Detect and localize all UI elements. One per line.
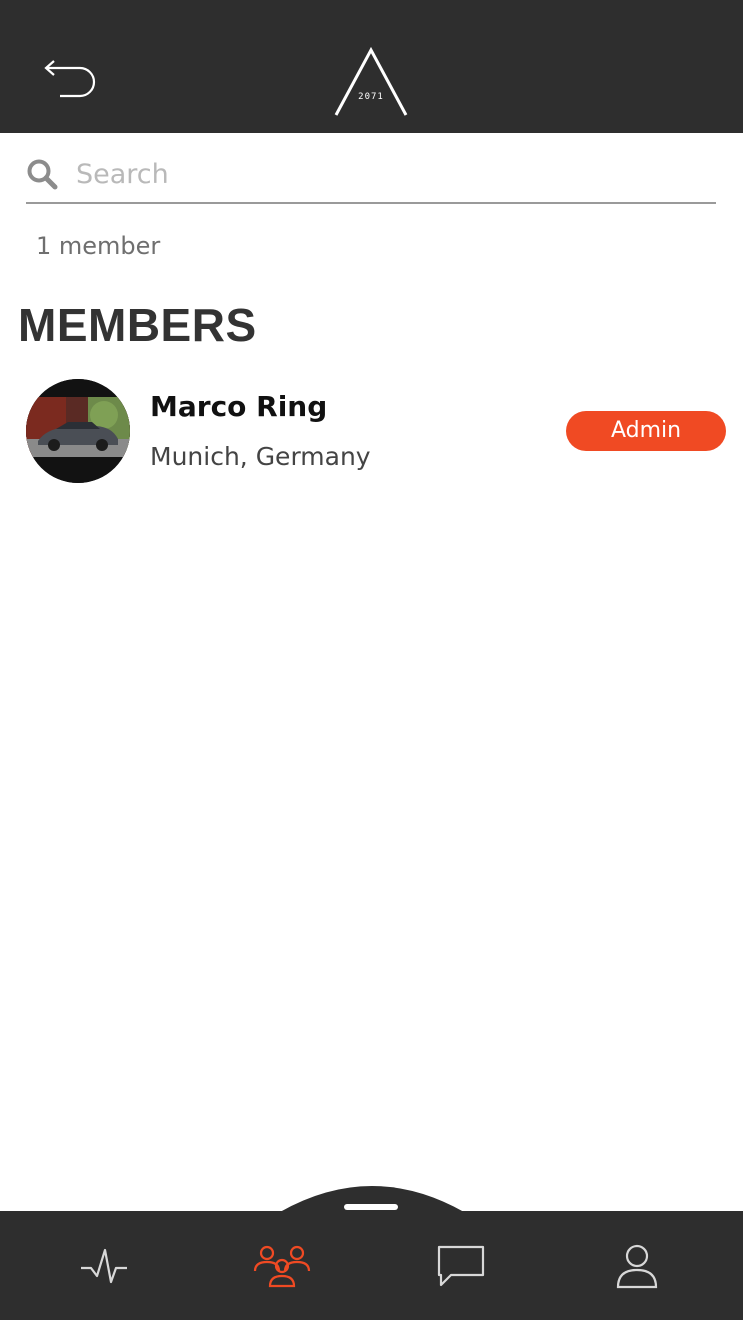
chat-icon	[437, 1245, 485, 1286]
profile-icon	[616, 1244, 658, 1288]
member-name: Marco Ring	[150, 390, 328, 423]
search-icon	[27, 159, 58, 190]
search-input[interactable]	[76, 154, 706, 194]
tab-profile[interactable]	[587, 1211, 687, 1320]
logo-year: 2071	[358, 92, 384, 102]
member-location: Munich, Germany	[150, 442, 371, 471]
tab-bar	[0, 1211, 743, 1320]
activity-icon	[81, 1248, 127, 1283]
admin-badge[interactable]: Admin	[566, 411, 726, 451]
member-row[interactable]: Marco Ring Munich, Germany Admin	[0, 376, 743, 486]
section-title: MEMBERS	[18, 299, 257, 351]
back-button[interactable]	[36, 52, 106, 108]
avatar	[26, 379, 130, 483]
back-arrow-icon	[44, 60, 96, 98]
app-header: 2071	[0, 0, 743, 133]
tab-activity[interactable]	[54, 1211, 154, 1320]
tab-chat[interactable]	[411, 1211, 511, 1320]
drawer-handle[interactable]	[344, 1204, 398, 1210]
app-logo: 2071	[332, 46, 410, 118]
tab-members[interactable]	[232, 1211, 332, 1320]
member-count: 1 member	[36, 232, 161, 260]
search-bar	[26, 146, 716, 204]
members-icon	[253, 1245, 311, 1287]
